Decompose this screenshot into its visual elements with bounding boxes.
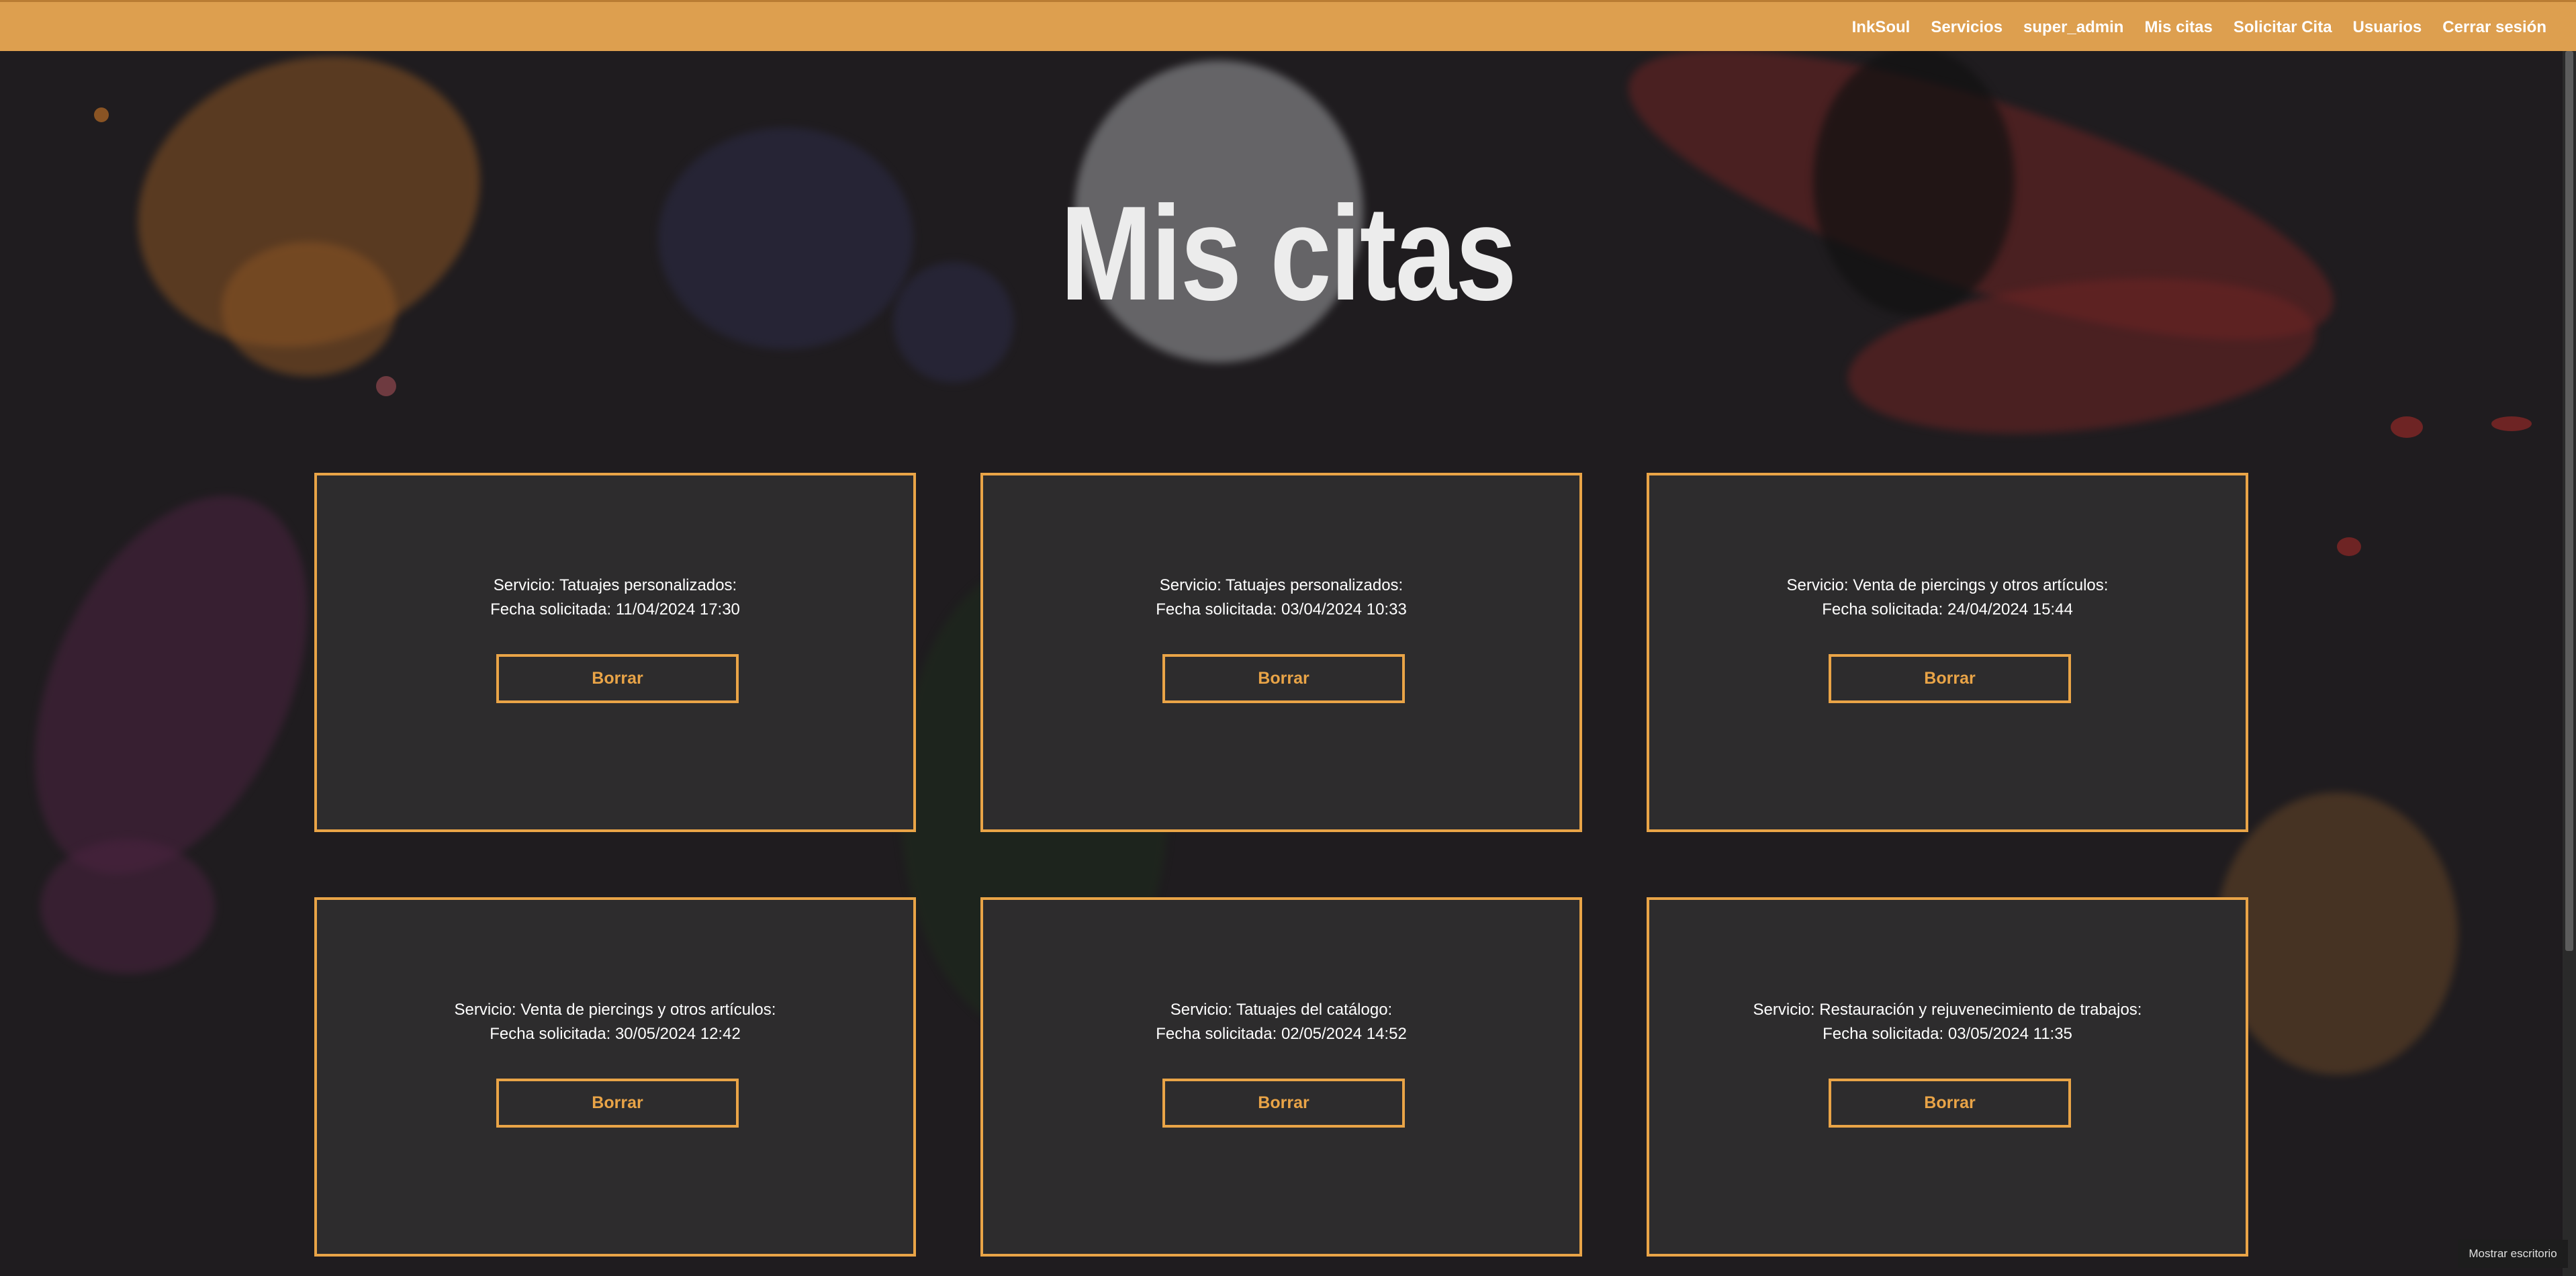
nav-link-inksoul[interactable]: InkSoul (1852, 18, 1911, 37)
appointment-card: Servicio: Restauración y rejuvenecimient… (1647, 897, 2248, 1257)
appointment-details: Servicio: Restauración y rejuvenecimient… (1649, 998, 2246, 1046)
delete-appointment-button[interactable]: Borrar (1829, 654, 2071, 703)
page: InkSoul Servicios super_admin Mis citas … (0, 0, 2576, 1276)
appointment-service: Servicio: Tatuajes del catálogo: (1170, 1001, 1393, 1019)
nav-links: InkSoul Servicios super_admin Mis citas … (1852, 2, 2546, 53)
appointment-service: Servicio: Restauración y rejuvenecimient… (1753, 1001, 2142, 1019)
nav-link-solicitar-cita[interactable]: Solicitar Cita (2234, 18, 2332, 37)
nav-link-servicios[interactable]: Servicios (1931, 18, 2003, 37)
show-desktop-button[interactable]: Mostrar escritorio (2458, 1240, 2568, 1268)
appointment-date: Fecha solicitada: 03/05/2024 11:35 (1823, 1025, 2072, 1043)
appointment-card: Servicio: Tatuajes del catálogo: Fecha s… (980, 897, 1582, 1257)
scrollbar-thumb[interactable] (2565, 51, 2573, 951)
delete-appointment-button[interactable]: Borrar (496, 654, 739, 703)
nav-link-cerrar-sesion[interactable]: Cerrar sesión (2442, 18, 2546, 37)
page-title: Mis citas (1060, 179, 1517, 328)
nav-link-usuarios[interactable]: Usuarios (2353, 18, 2422, 37)
appointment-date: Fecha solicitada: 02/05/2024 14:52 (1156, 1025, 1407, 1043)
appointment-card: Servicio: Venta de piercings y otros art… (314, 897, 916, 1257)
appointment-card: Servicio: Tatuajes personalizados: Fecha… (314, 473, 916, 832)
top-navbar: InkSoul Servicios super_admin Mis citas … (0, 0, 2576, 51)
appointment-details: Servicio: Venta de piercings y otros art… (317, 998, 913, 1046)
delete-appointment-button[interactable]: Borrar (1162, 1079, 1405, 1128)
appointment-card: Servicio: Venta de piercings y otros art… (1647, 473, 2248, 832)
appointment-details: Servicio: Tatuajes personalizados: Fecha… (983, 574, 1579, 622)
nav-link-mis-citas[interactable]: Mis citas (2144, 18, 2212, 37)
appointment-service: Servicio: Venta de piercings y otros art… (1786, 576, 2109, 594)
delete-appointment-button[interactable]: Borrar (1162, 654, 1405, 703)
nav-link-super-admin[interactable]: super_admin (2023, 18, 2123, 37)
delete-appointment-button[interactable]: Borrar (1829, 1079, 2071, 1128)
appointment-date: Fecha solicitada: 03/04/2024 10:33 (1156, 600, 1407, 619)
appointment-details: Servicio: Tatuajes personalizados: Fecha… (317, 574, 913, 622)
appointment-card: Servicio: Tatuajes personalizados: Fecha… (980, 473, 1582, 832)
appointment-date: Fecha solicitada: 24/04/2024 15:44 (1822, 600, 2073, 619)
delete-appointment-button[interactable]: Borrar (496, 1079, 739, 1128)
appointment-date: Fecha solicitada: 30/05/2024 12:42 (490, 1025, 741, 1043)
vertical-scrollbar[interactable] (2563, 51, 2576, 1276)
appointment-service: Servicio: Tatuajes personalizados: (1159, 576, 1404, 594)
appointment-service: Servicio: Tatuajes personalizados: (493, 576, 737, 594)
appointment-date: Fecha solicitada: 11/04/2024 17:30 (490, 600, 740, 619)
appointment-service: Servicio: Venta de piercings y otros art… (454, 1001, 776, 1019)
appointment-details: Servicio: Venta de piercings y otros art… (1649, 574, 2246, 622)
appointment-details: Servicio: Tatuajes del catálogo: Fecha s… (983, 998, 1579, 1046)
